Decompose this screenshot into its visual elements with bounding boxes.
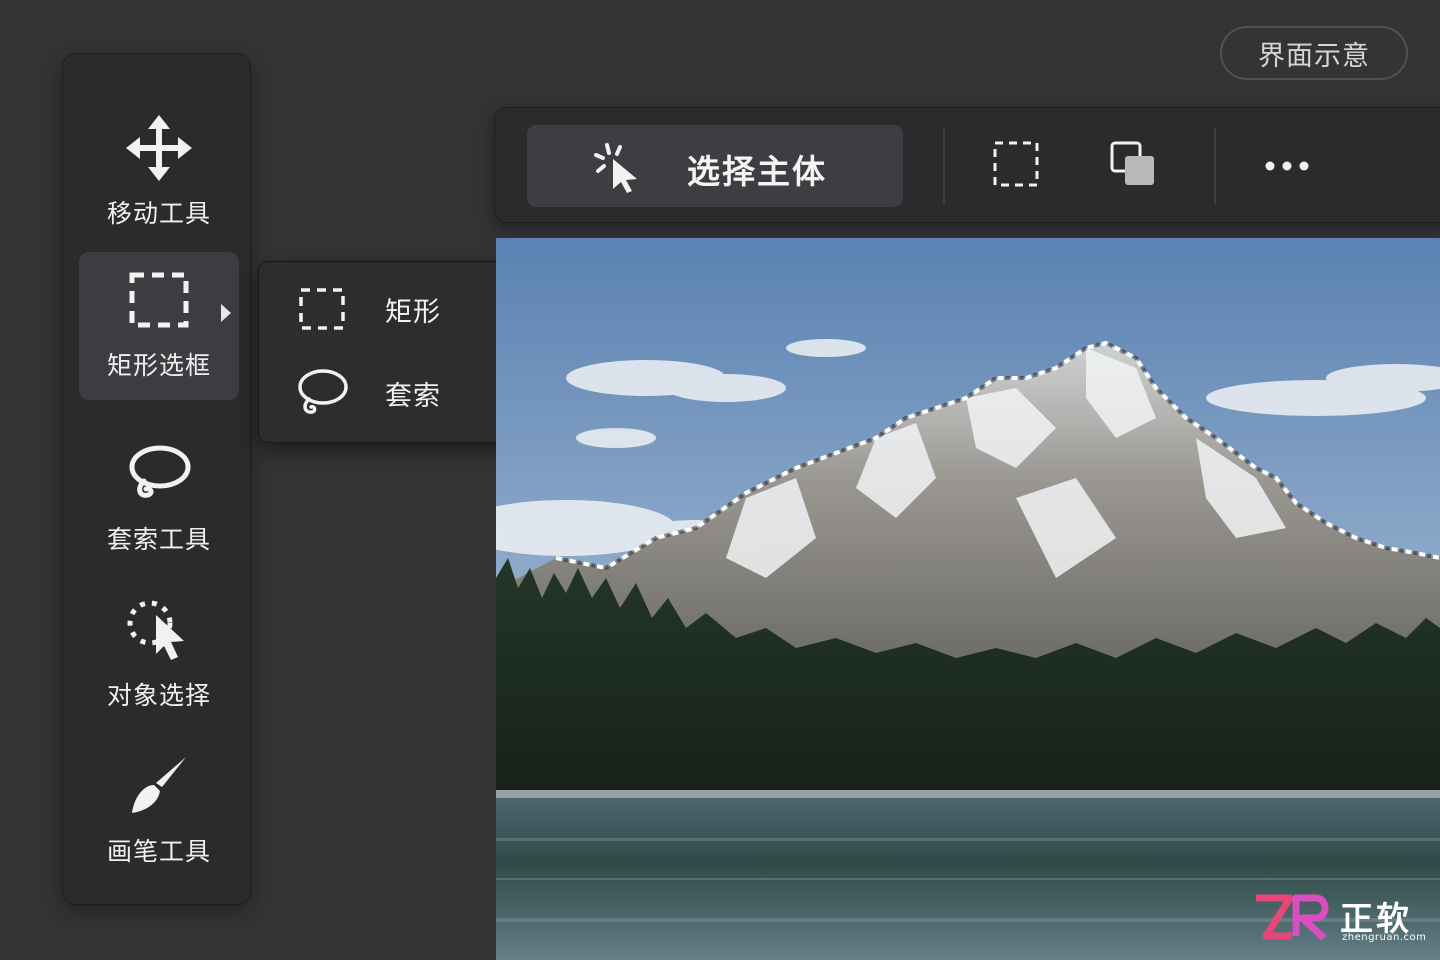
select-subject-label: 选择主体 [687, 152, 827, 191]
tool-object-select[interactable]: 对象选择 [79, 582, 239, 730]
watermark-logo: 正软 zhengruan.com [1252, 890, 1432, 950]
more-icon [1264, 157, 1310, 176]
lasso-icon [119, 434, 199, 514]
toolbar-more-button[interactable] [1257, 136, 1317, 196]
toolbar-divider [1214, 128, 1216, 204]
flyout-item-label: 套索 [385, 380, 441, 412]
marquee-rect-icon [993, 141, 1039, 191]
select-subject-button[interactable]: 选择主体 [527, 125, 903, 207]
demo-badge: 界面示意 [1220, 26, 1408, 80]
tool-label: 矩形选框 [106, 351, 211, 380]
toolbar-overlap-button[interactable] [1103, 136, 1163, 196]
tool-lasso[interactable]: 套索工具 [79, 426, 239, 574]
tool-move[interactable]: 移动工具 [79, 100, 239, 248]
flyout-item-rect[interactable]: 矩形 [289, 274, 509, 344]
overlap-squares-icon [1109, 140, 1157, 192]
flyout-caret-icon[interactable] [221, 304, 231, 322]
tool-label: 套索工具 [106, 525, 211, 554]
flyout-item-lasso[interactable]: 套索 [289, 358, 509, 428]
lasso-icon [289, 360, 355, 426]
brush-icon [119, 746, 199, 826]
flyout-item-label: 矩形 [385, 296, 441, 328]
top-toolbar: 选择主体 [494, 107, 1440, 223]
tool-label: 画笔工具 [106, 837, 211, 866]
tool-label: 移动工具 [106, 199, 211, 228]
watermark-sub: zhengruan.com [1342, 932, 1427, 943]
object-select-icon [119, 590, 199, 670]
marquee-flyout-menu: 矩形 套索 [258, 261, 522, 443]
tool-marquee-rect[interactable]: 矩形选框 [79, 252, 239, 400]
tool-panel: 移动工具 矩形选框 套索工具 对象选择 画笔工具 [62, 53, 251, 905]
marquee-rect-icon [289, 276, 355, 342]
magic-cursor-icon [593, 141, 645, 193]
tool-brush[interactable]: 画笔工具 [79, 738, 239, 886]
toolbar-marquee-button[interactable] [986, 136, 1046, 196]
tool-label: 对象选择 [106, 681, 211, 710]
toolbar-divider [943, 128, 945, 204]
marquee-rect-icon [119, 260, 199, 340]
canvas-photo[interactable] [496, 238, 1440, 960]
move-icon [119, 108, 199, 188]
